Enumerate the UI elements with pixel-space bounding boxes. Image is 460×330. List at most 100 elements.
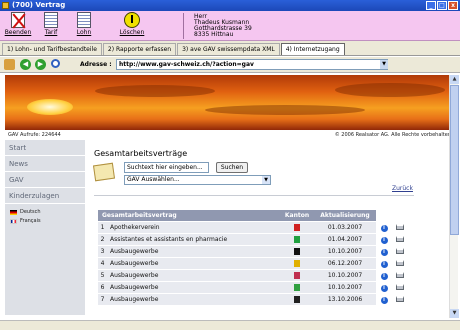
loeschen-button[interactable]: Löschen	[117, 12, 147, 40]
back-arrow-icon[interactable]: ◀	[20, 59, 31, 70]
print-cell	[392, 258, 408, 269]
row-date: 06.12.2007	[314, 258, 376, 269]
info-icon[interactable]: i	[380, 296, 388, 304]
french-flag-icon	[10, 219, 17, 224]
cloud-graphic	[335, 83, 445, 97]
scroll-thumb[interactable]	[450, 85, 459, 235]
row-number: 5	[98, 270, 107, 281]
language-deutsch[interactable]: Deutsch	[5, 208, 85, 217]
tab-internetzugang[interactable]: 4) Internetzugang	[280, 43, 345, 55]
search-button[interactable]: Suchen	[216, 162, 248, 173]
documents-icon	[92, 162, 116, 182]
row-gav-name[interactable]: Assistantes et assistants en pharmacie	[107, 234, 280, 245]
forward-arrow-icon[interactable]: ▶	[35, 59, 46, 70]
cancel-icon	[11, 12, 25, 28]
info-icon[interactable]: i	[380, 224, 388, 232]
info-cell: i	[376, 270, 392, 281]
row-gav-name[interactable]: Ausbaugewerbe	[107, 282, 280, 293]
table-row[interactable]: 3 Ausbaugewerbe 10.10.2007 i	[98, 246, 408, 257]
print-cell	[392, 282, 408, 293]
table-row[interactable]: 4 Ausbaugewerbe 06.12.2007 i	[98, 258, 408, 269]
header-aktualisierung: Aktualisierung	[314, 210, 376, 221]
vertical-scrollbar[interactable]: ▲ ▼	[449, 75, 459, 318]
language-francais[interactable]: Français	[5, 217, 85, 226]
sidebar-item-start[interactable]: Start	[5, 140, 85, 156]
canton-flag-icon	[294, 296, 300, 303]
status-bar	[0, 320, 460, 330]
back-link[interactable]: Zurück	[392, 185, 413, 192]
row-gav-name[interactable]: Ausbaugewerbe	[107, 246, 280, 257]
row-number: 7	[98, 294, 107, 305]
tab-lohn-tarif[interactable]: 1) Lohn- und Tarifbestandteile	[2, 43, 102, 55]
address-city: 8335 Hittnau	[194, 31, 234, 38]
row-date: 10.10.2007	[314, 270, 376, 281]
url-dropdown-icon[interactable]: ▼	[380, 60, 388, 69]
language-label: Deutsch	[20, 209, 41, 215]
table-row[interactable]: 5 Ausbaugewerbe 10.10.2007 i	[98, 270, 408, 281]
toolbar-divider	[183, 13, 184, 39]
row-gav-name[interactable]: Ausbaugewerbe	[107, 294, 280, 305]
gav-select[interactable]: GAV Auswählen... ▼	[124, 175, 271, 185]
cloud-graphic	[205, 105, 365, 115]
window-controls: _ □ x	[426, 1, 458, 10]
canton-flag-cell	[280, 222, 314, 233]
printer-icon[interactable]	[396, 247, 404, 254]
header-kanton: Kanton	[280, 210, 314, 221]
info-icon[interactable]: i	[380, 260, 388, 268]
printer-icon[interactable]	[396, 259, 404, 266]
customer-address: Herr Thadeus Kusmann Gotthardstrasse 39 …	[194, 14, 252, 38]
info-icon[interactable]: i	[380, 236, 388, 244]
table-row[interactable]: 2 Assistantes et assistants en pharmacie 0…	[98, 234, 408, 245]
table-row[interactable]: 6 Ausbaugewerbe 10.10.2007 i	[98, 282, 408, 293]
minimize-button[interactable]: _	[426, 1, 436, 10]
printer-icon[interactable]	[396, 235, 404, 242]
beenden-button[interactable]: Beenden	[3, 12, 33, 40]
table-header-row: Gesamtarbeitsvertrag Kanton Aktualisieru…	[98, 210, 408, 221]
close-button[interactable]: x	[448, 1, 458, 10]
info-icon[interactable]: i	[380, 272, 388, 280]
scroll-down-icon[interactable]: ▼	[450, 309, 459, 318]
print-cell	[392, 234, 408, 245]
info-cell: i	[376, 294, 392, 305]
tab-gav-xml[interactable]: 3) ave GAV swissempdata XML	[177, 43, 280, 55]
sidebar-item-gav[interactable]: GAV	[5, 172, 85, 188]
chevron-down-icon: ▼	[262, 176, 270, 184]
scroll-up-icon[interactable]: ▲	[450, 75, 459, 84]
sidebar-item-kinderzulagen[interactable]: Kinderzulagen	[5, 188, 85, 204]
cloud-graphic	[95, 85, 215, 97]
info-icon[interactable]: i	[380, 248, 388, 256]
canton-flag-cell	[280, 294, 314, 305]
canton-flag-cell	[280, 270, 314, 281]
tarif-button[interactable]: Tarif	[36, 12, 66, 40]
row-number: 2	[98, 234, 107, 245]
search-input[interactable]: Suchtext hier eingeben...	[124, 162, 209, 173]
table-row[interactable]: 1 Apothekerverein 01.03.2007 i	[98, 222, 408, 233]
table-row[interactable]: 7 Ausbaugewerbe 13.10.2006 i	[98, 294, 408, 305]
sidebar-item-news[interactable]: News	[5, 156, 85, 172]
canton-flag-cell	[280, 246, 314, 257]
printer-icon[interactable]	[396, 283, 404, 290]
url-input[interactable]: http://www.gav-schweiz.ch/?action=gav	[116, 59, 388, 70]
app-icon	[2, 2, 9, 9]
tab-rapporte[interactable]: 2) Rapporte erfassen	[102, 43, 177, 55]
page-title: Gesamtarbeitsverträge	[94, 149, 188, 158]
maximize-button[interactable]: □	[437, 1, 447, 10]
info-icon[interactable]: i	[380, 284, 388, 292]
print-cell	[392, 246, 408, 257]
document-icon	[44, 12, 58, 28]
row-gav-name[interactable]: Apothekerverein	[107, 222, 280, 233]
row-gav-name[interactable]: Ausbaugewerbe	[107, 270, 280, 281]
row-gav-name[interactable]: Ausbaugewerbe	[107, 258, 280, 269]
printer-icon[interactable]	[396, 271, 404, 278]
main-content: Gesamtarbeitsverträge Suchtext hier eing…	[88, 140, 455, 318]
lohn-button[interactable]: Lohn	[69, 12, 99, 40]
window-title: (700) Vertrag	[12, 1, 66, 9]
site-sidebar: Start News GAV Kinderzulagen Deutsch Fra…	[5, 140, 85, 315]
home-icon[interactable]	[4, 59, 15, 70]
info-cell: i	[376, 258, 392, 269]
print-cell	[392, 294, 408, 305]
printer-icon[interactable]	[396, 223, 404, 230]
printer-icon[interactable]	[396, 295, 404, 302]
print-cell	[392, 270, 408, 281]
search-icon[interactable]	[51, 59, 60, 68]
